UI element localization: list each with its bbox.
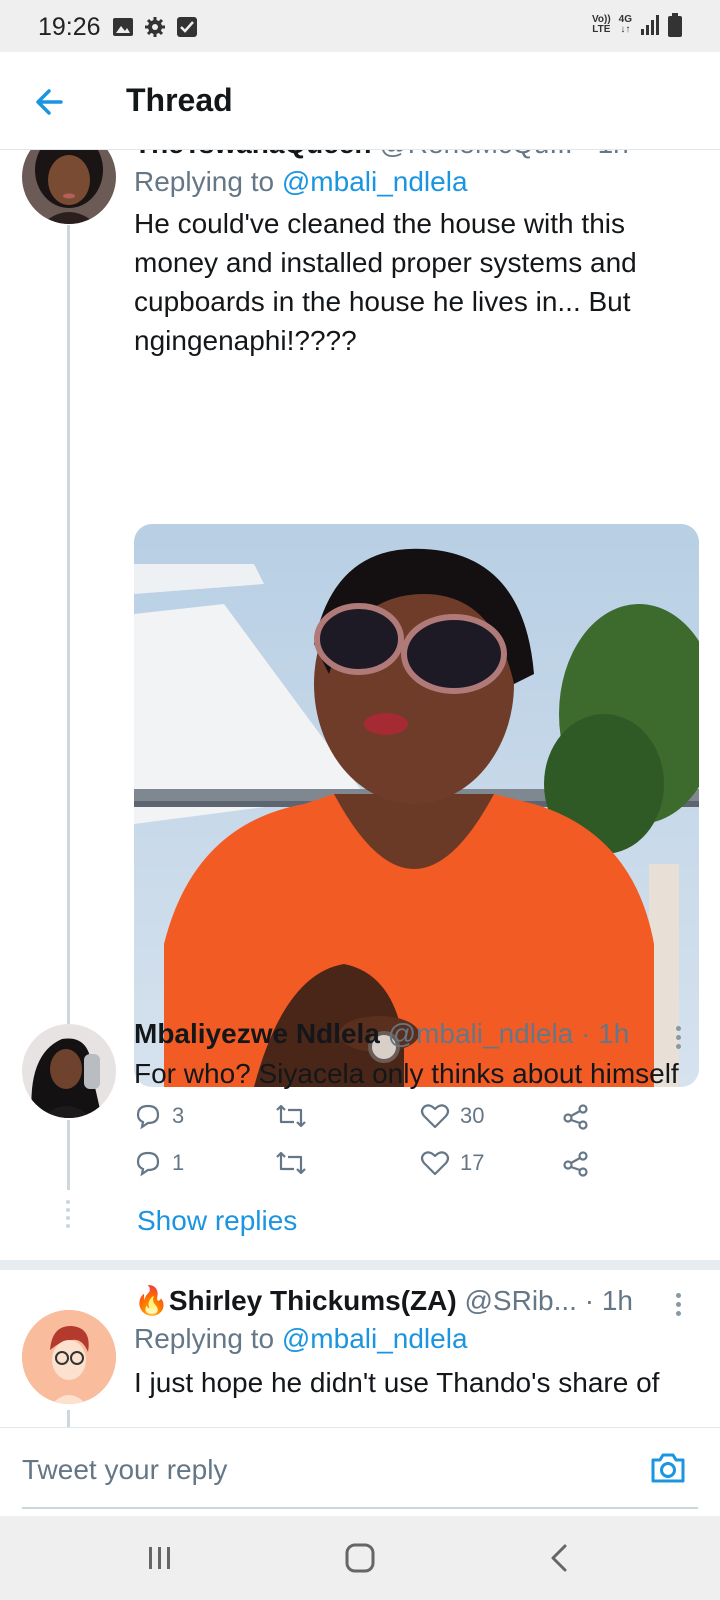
- home-icon: [345, 1543, 375, 1573]
- reply-input-underline: [22, 1507, 698, 1509]
- tweet-text: He could've cleaned the house with this …: [134, 208, 637, 356]
- share-icon: [563, 1151, 588, 1177]
- replying-to: Replying to @mbali_ndlela: [134, 1323, 468, 1354]
- thread-line: [67, 225, 70, 1110]
- tweet-text: For who? Siyacela only thinks about hims…: [134, 1058, 679, 1089]
- thread-timeline[interactable]: TheTswanaQueen @ReneMcQu... · 1h Replyin…: [0, 150, 720, 1427]
- like-count: 17: [460, 1150, 485, 1175]
- volte-indicator: Vo)) LTE: [591, 14, 611, 35]
- avatar[interactable]: [22, 1024, 116, 1118]
- recent-apps-button[interactable]: [140, 1538, 180, 1578]
- gear-icon: [145, 17, 165, 37]
- display-name[interactable]: Shirley Thickums(ZA): [169, 1285, 457, 1316]
- tweet-content: 🔥Shirley Thickums(ZA) @SRib... · 1h Repl…: [134, 1283, 702, 1402]
- retweet-button[interactable]: [274, 1102, 308, 1130]
- retweet-icon: [276, 1104, 306, 1128]
- divider: [0, 1260, 720, 1270]
- tweet-header: Mbaliyezwe Ndlela @mbali_ndlela · 1h: [134, 1016, 702, 1052]
- reply-count: 1: [172, 1150, 185, 1175]
- reply-icon: [136, 1104, 160, 1130]
- tweet[interactable]: TheTswanaQueen @ReneMcQu... · 1h Replyin…: [0, 150, 720, 1130]
- username[interactable]: @SRib...: [465, 1285, 577, 1316]
- home-button[interactable]: [340, 1538, 380, 1578]
- tweet-content: TheTswanaQueen @ReneMcQu... · 1h Replyin…: [134, 150, 702, 360]
- tweet-actions: 3 30: [134, 1102, 594, 1142]
- reply-bar: Tweet your reply: [0, 1427, 720, 1516]
- like-button[interactable]: 17: [420, 1149, 484, 1177]
- timestamp: · 1h: [581, 1018, 630, 1049]
- tweet-header: 🔥Shirley Thickums(ZA) @SRib... · 1h: [134, 1283, 702, 1319]
- display-name[interactable]: TheTswanaQueen: [134, 150, 372, 159]
- status-left-icons: [112, 16, 198, 38]
- back-nav-button[interactable]: [540, 1538, 580, 1578]
- like-button[interactable]: 30: [420, 1102, 484, 1130]
- status-bar: 19:26 Vo)) LTE 4G ↓↑: [0, 0, 720, 52]
- reply-icon: [136, 1151, 160, 1177]
- fire-emoji: 🔥: [134, 1285, 169, 1316]
- thread-dotted-line: [66, 1200, 71, 1232]
- signal-icon: [641, 15, 659, 35]
- tweet-header: TheTswanaQueen @ReneMcQu... · 1h: [134, 150, 702, 162]
- heart-icon: [420, 1151, 450, 1176]
- more-options-icon[interactable]: [674, 1026, 682, 1053]
- username[interactable]: @mbali_ndlela: [388, 1018, 574, 1049]
- image-icon: [113, 18, 133, 36]
- network-indicator: 4G ↓↑: [618, 14, 632, 35]
- username[interactable]: @ReneMcQu...: [379, 150, 572, 159]
- arrow-left-icon: [36, 89, 63, 115]
- status-right-icons: Vo)) LTE 4G ↓↑: [592, 13, 682, 37]
- reply-input[interactable]: Tweet your reply: [22, 1454, 227, 1486]
- share-button[interactable]: [562, 1149, 590, 1177]
- tweet-media-image[interactable]: [134, 524, 699, 1087]
- tweet-actions: 1 17: [134, 1149, 594, 1189]
- tweet-text: I just hope he didn't use Thando's share…: [134, 1367, 660, 1398]
- share-icon: [563, 1104, 588, 1130]
- show-replies-link[interactable]: Show replies: [137, 1205, 297, 1237]
- avatar[interactable]: [22, 1310, 116, 1404]
- chevron-left-icon: [551, 1544, 567, 1572]
- tweet-content: Mbaliyezwe Ndlela @mbali_ndlela · 1h For…: [134, 1016, 702, 1093]
- mention-link[interactable]: @mbali_ndlela: [282, 1323, 468, 1354]
- camera-icon: [651, 1453, 685, 1483]
- recent-apps-icon: [149, 1547, 170, 1569]
- battery-icon: [668, 13, 682, 37]
- share-button[interactable]: [562, 1102, 590, 1130]
- camera-button[interactable]: [648, 1448, 688, 1488]
- replying-to: Replying to @mbali_ndlela: [134, 166, 468, 197]
- thread-line: [67, 1410, 70, 1427]
- avatar[interactable]: [22, 150, 116, 224]
- reply-button[interactable]: 1: [134, 1149, 184, 1177]
- reply-count: 3: [172, 1103, 185, 1128]
- reply-button[interactable]: 3: [134, 1102, 184, 1130]
- header: Thread: [0, 52, 720, 150]
- status-time: 19:26: [38, 13, 101, 41]
- thread-line: [67, 1120, 70, 1190]
- system-nav-bar: [0, 1516, 720, 1600]
- like-count: 30: [460, 1103, 485, 1128]
- retweet-button[interactable]: [274, 1149, 308, 1177]
- heart-icon: [420, 1104, 450, 1129]
- timestamp: · 1h: [584, 1285, 633, 1316]
- timestamp: · 1h: [580, 150, 628, 159]
- back-button[interactable]: [30, 82, 70, 122]
- more-options-icon[interactable]: [674, 1293, 682, 1320]
- retweet-icon: [276, 1151, 306, 1175]
- page-title: Thread: [126, 82, 233, 118]
- display-name[interactable]: Mbaliyezwe Ndlela: [134, 1018, 380, 1049]
- checkbox-icon: [177, 17, 197, 37]
- mention-link[interactable]: @mbali_ndlela: [282, 166, 468, 197]
